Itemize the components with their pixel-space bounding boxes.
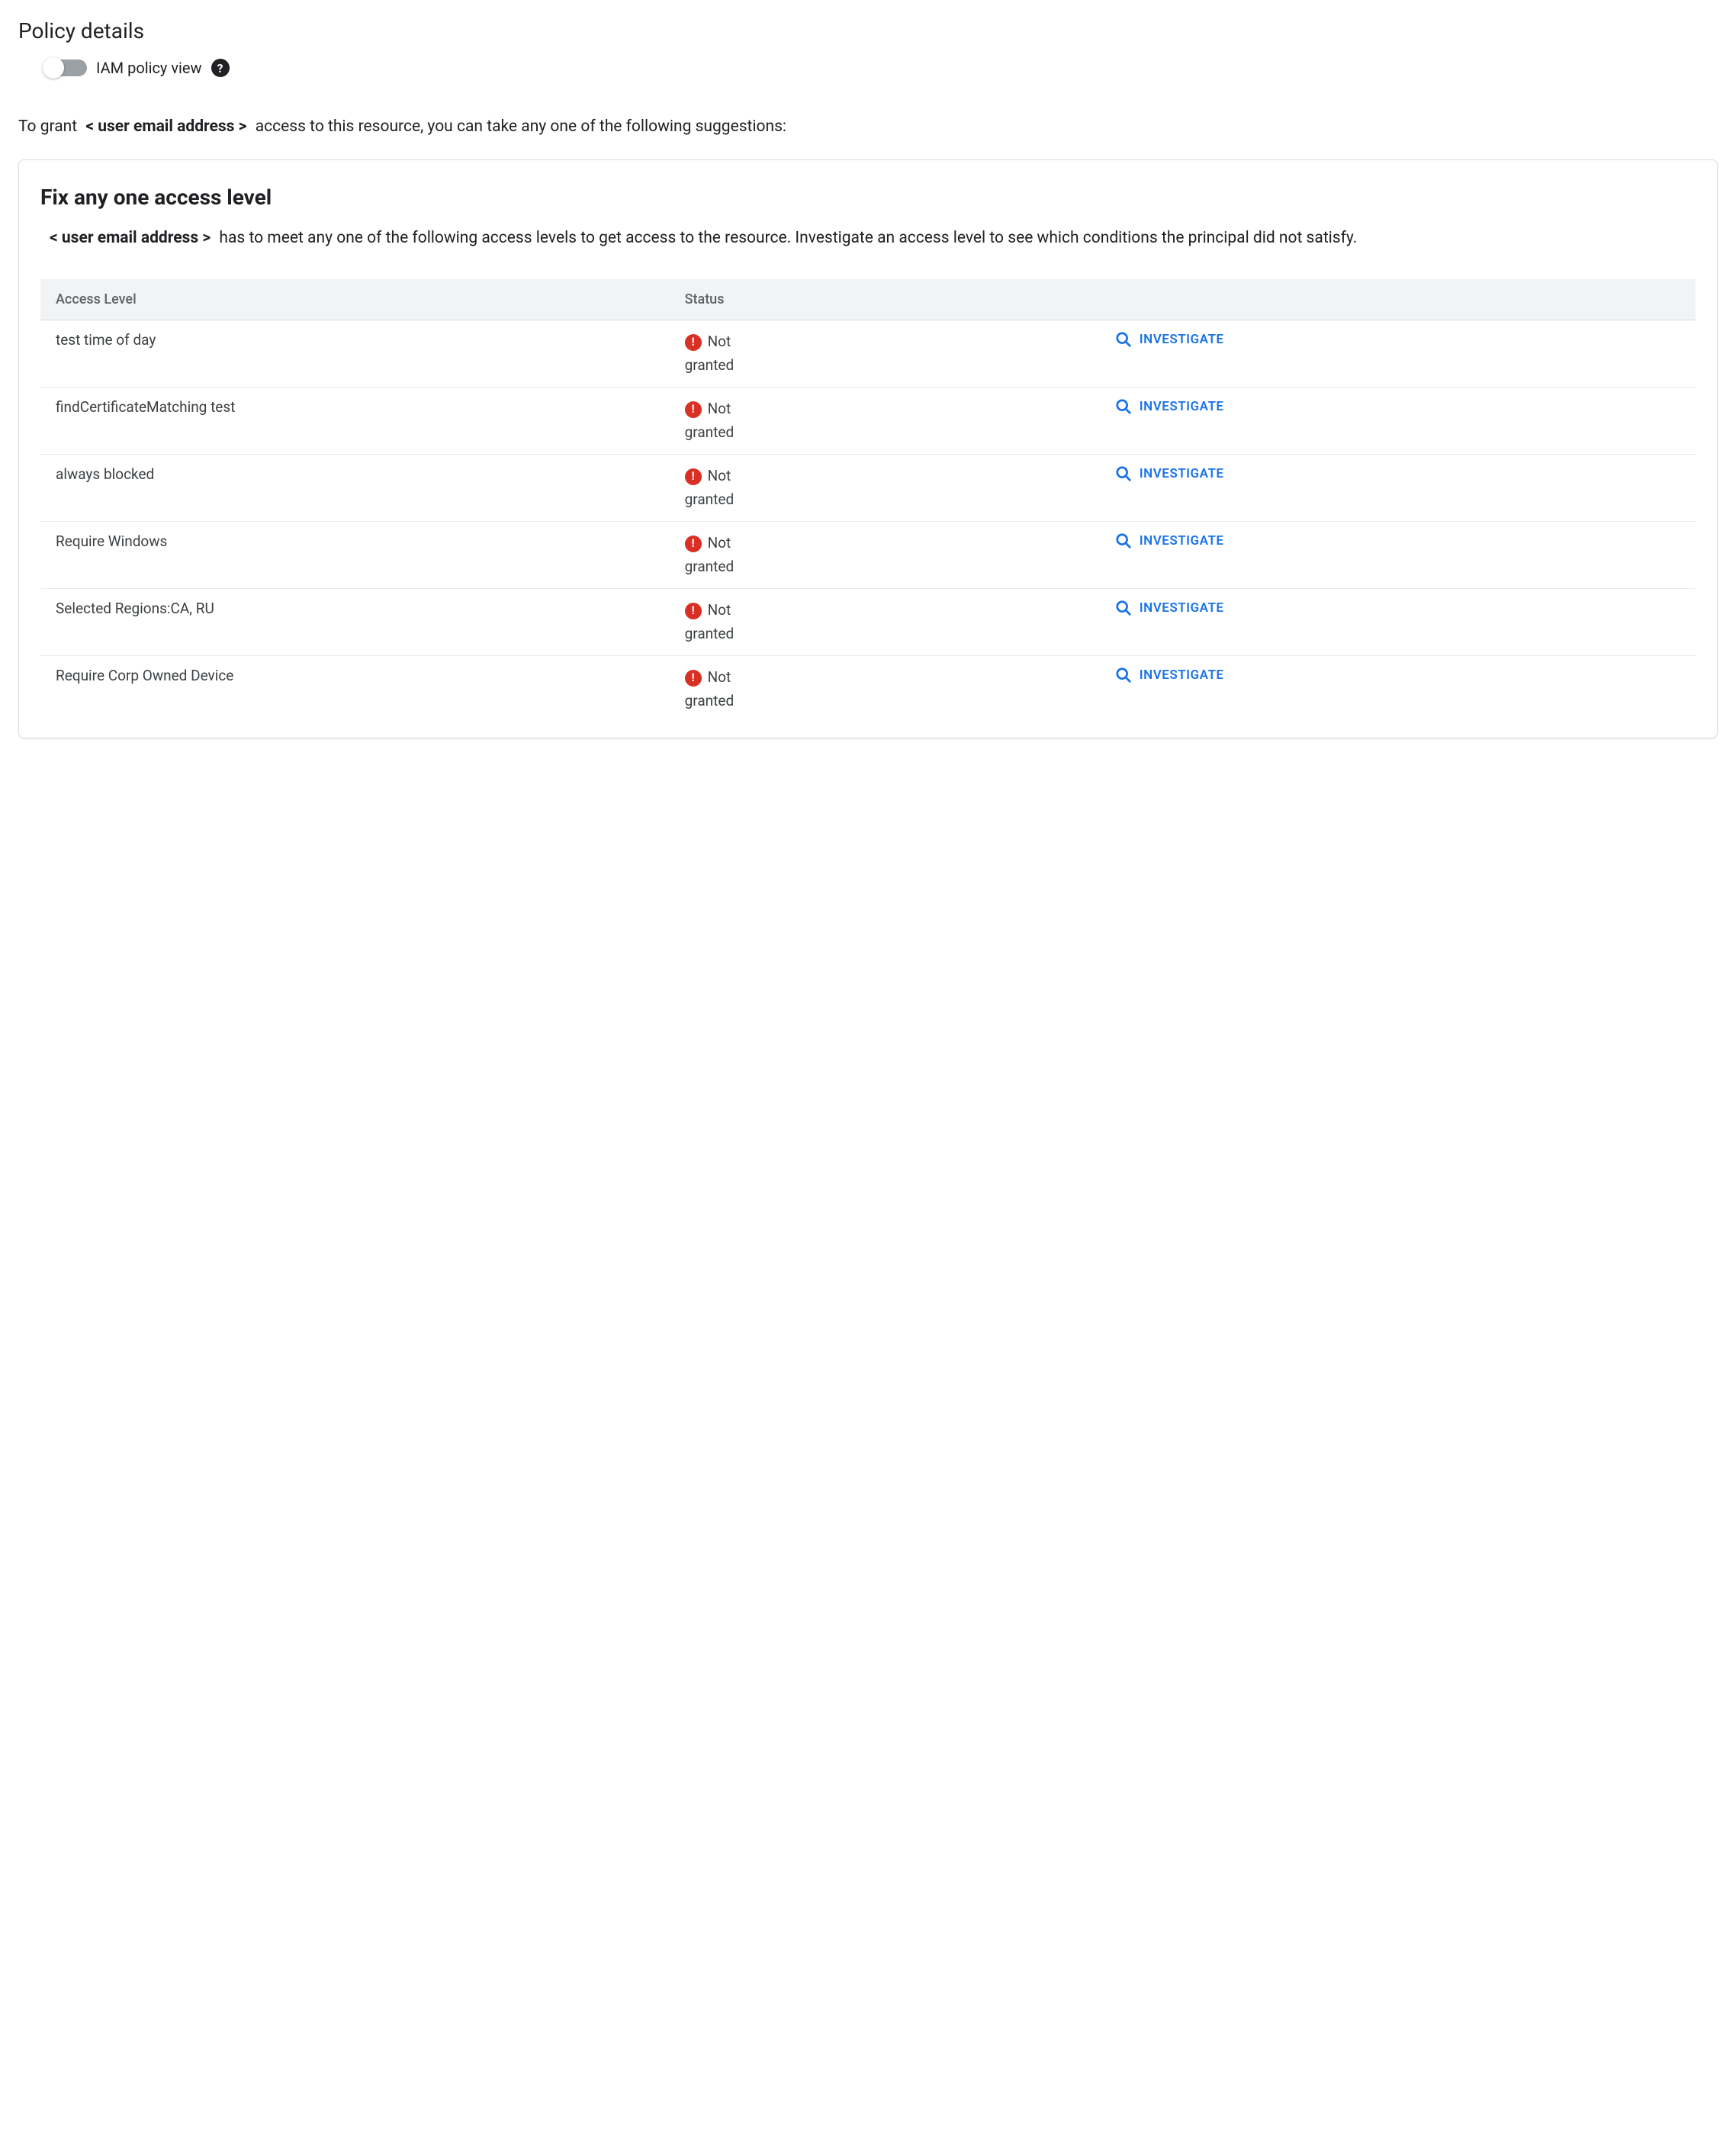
action-cell: INVESTIGATE	[1100, 455, 1696, 522]
access-level-cell: test time of day	[40, 320, 670, 388]
card-description: < user email address > has to meet any o…	[40, 225, 1696, 253]
status-cell: ! Not granted	[670, 589, 1100, 656]
error-icon: !	[685, 334, 702, 351]
status-not: Not	[708, 398, 731, 420]
table-row: Require Corp Owned Device ! Not granted …	[40, 656, 1696, 723]
status-granted: granted	[685, 690, 1085, 713]
table-row: always blocked ! Not granted INVESTIGATE	[40, 455, 1696, 522]
investigate-button[interactable]: INVESTIGATE	[1115, 465, 1224, 482]
status-cell: ! Not granted	[670, 455, 1100, 522]
column-header-status: Status	[670, 279, 1100, 320]
access-level-cell: Require Windows	[40, 522, 670, 589]
status-not: Not	[708, 667, 731, 689]
error-icon: !	[685, 468, 702, 485]
intro-pre: To grant	[18, 117, 77, 136]
search-icon	[1115, 331, 1132, 348]
iam-policy-toggle-label: IAM policy view	[96, 59, 202, 77]
column-header-action	[1100, 279, 1696, 320]
investigate-button[interactable]: INVESTIGATE	[1115, 600, 1224, 616]
investigate-label: INVESTIGATE	[1140, 466, 1224, 481]
column-header-level: Access Level	[40, 279, 670, 320]
investigate-button[interactable]: INVESTIGATE	[1115, 667, 1224, 684]
status-not: Not	[708, 465, 731, 487]
page-title: Policy details	[18, 18, 1718, 43]
iam-policy-toggle[interactable]	[46, 60, 87, 76]
investigate-button[interactable]: INVESTIGATE	[1115, 398, 1224, 415]
investigate-label: INVESTIGATE	[1140, 533, 1224, 548]
investigate-label: INVESTIGATE	[1140, 668, 1224, 683]
intro-text: To grant < user email address > access t…	[18, 114, 1718, 141]
status-cell: ! Not granted	[670, 320, 1100, 388]
status-cell: ! Not granted	[670, 656, 1100, 723]
error-icon: !	[685, 401, 702, 418]
search-icon	[1115, 398, 1132, 415]
access-level-cell: Selected Regions:CA, RU	[40, 589, 670, 656]
card-title: Fix any one access level	[40, 185, 1696, 210]
action-cell: INVESTIGATE	[1100, 589, 1696, 656]
error-icon: !	[685, 603, 702, 619]
investigate-label: INVESTIGATE	[1140, 399, 1224, 414]
table-row: test time of day ! Not granted INVESTIGA…	[40, 320, 1696, 388]
status-granted: granted	[685, 422, 1085, 444]
error-icon: !	[685, 536, 702, 552]
table-row: Require Windows ! Not granted INVESTIGAT…	[40, 522, 1696, 589]
status-not: Not	[708, 600, 731, 622]
action-cell: INVESTIGATE	[1100, 522, 1696, 589]
intro-post: access to this resource, you can take an…	[256, 117, 786, 136]
status-granted: granted	[685, 556, 1085, 578]
status-cell: ! Not granted	[670, 522, 1100, 589]
table-header-row: Access Level Status	[40, 279, 1696, 320]
status-granted: granted	[685, 489, 1085, 511]
fix-access-level-card: Fix any one access level < user email ad…	[18, 159, 1718, 739]
access-level-cell: findCertificateMatching test	[40, 388, 670, 455]
status-not: Not	[708, 532, 731, 555]
search-icon	[1115, 600, 1132, 616]
action-cell: INVESTIGATE	[1100, 388, 1696, 455]
help-icon[interactable]: ?	[211, 59, 230, 77]
intro-placeholder: < user email address >	[85, 117, 246, 136]
action-cell: INVESTIGATE	[1100, 656, 1696, 723]
action-cell: INVESTIGATE	[1100, 320, 1696, 388]
search-icon	[1115, 667, 1132, 684]
table-row: Selected Regions:CA, RU ! Not granted IN…	[40, 589, 1696, 656]
access-levels-table: Access Level Status test time of day ! N…	[40, 279, 1696, 722]
card-desc-rest: has to meet any one of the following acc…	[219, 229, 1357, 247]
access-level-cell: Require Corp Owned Device	[40, 656, 670, 723]
status-granted: granted	[685, 623, 1085, 645]
investigate-label: INVESTIGATE	[1140, 332, 1224, 347]
iam-policy-toggle-row: IAM policy view ?	[46, 59, 1718, 77]
search-icon	[1115, 532, 1132, 549]
status-not: Not	[708, 331, 731, 353]
investigate-label: INVESTIGATE	[1140, 600, 1224, 616]
investigate-button[interactable]: INVESTIGATE	[1115, 532, 1224, 549]
status-granted: granted	[685, 355, 1085, 377]
table-row: findCertificateMatching test ! Not grant…	[40, 388, 1696, 455]
error-icon: !	[685, 670, 702, 687]
card-placeholder: < user email address >	[50, 229, 211, 247]
status-cell: ! Not granted	[670, 388, 1100, 455]
investigate-button[interactable]: INVESTIGATE	[1115, 331, 1224, 348]
search-icon	[1115, 465, 1132, 482]
access-level-cell: always blocked	[40, 455, 670, 522]
